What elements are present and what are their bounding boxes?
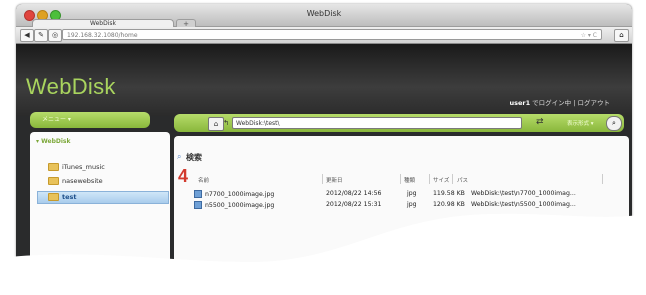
- torn-edge-overlay: [0, 213, 646, 295]
